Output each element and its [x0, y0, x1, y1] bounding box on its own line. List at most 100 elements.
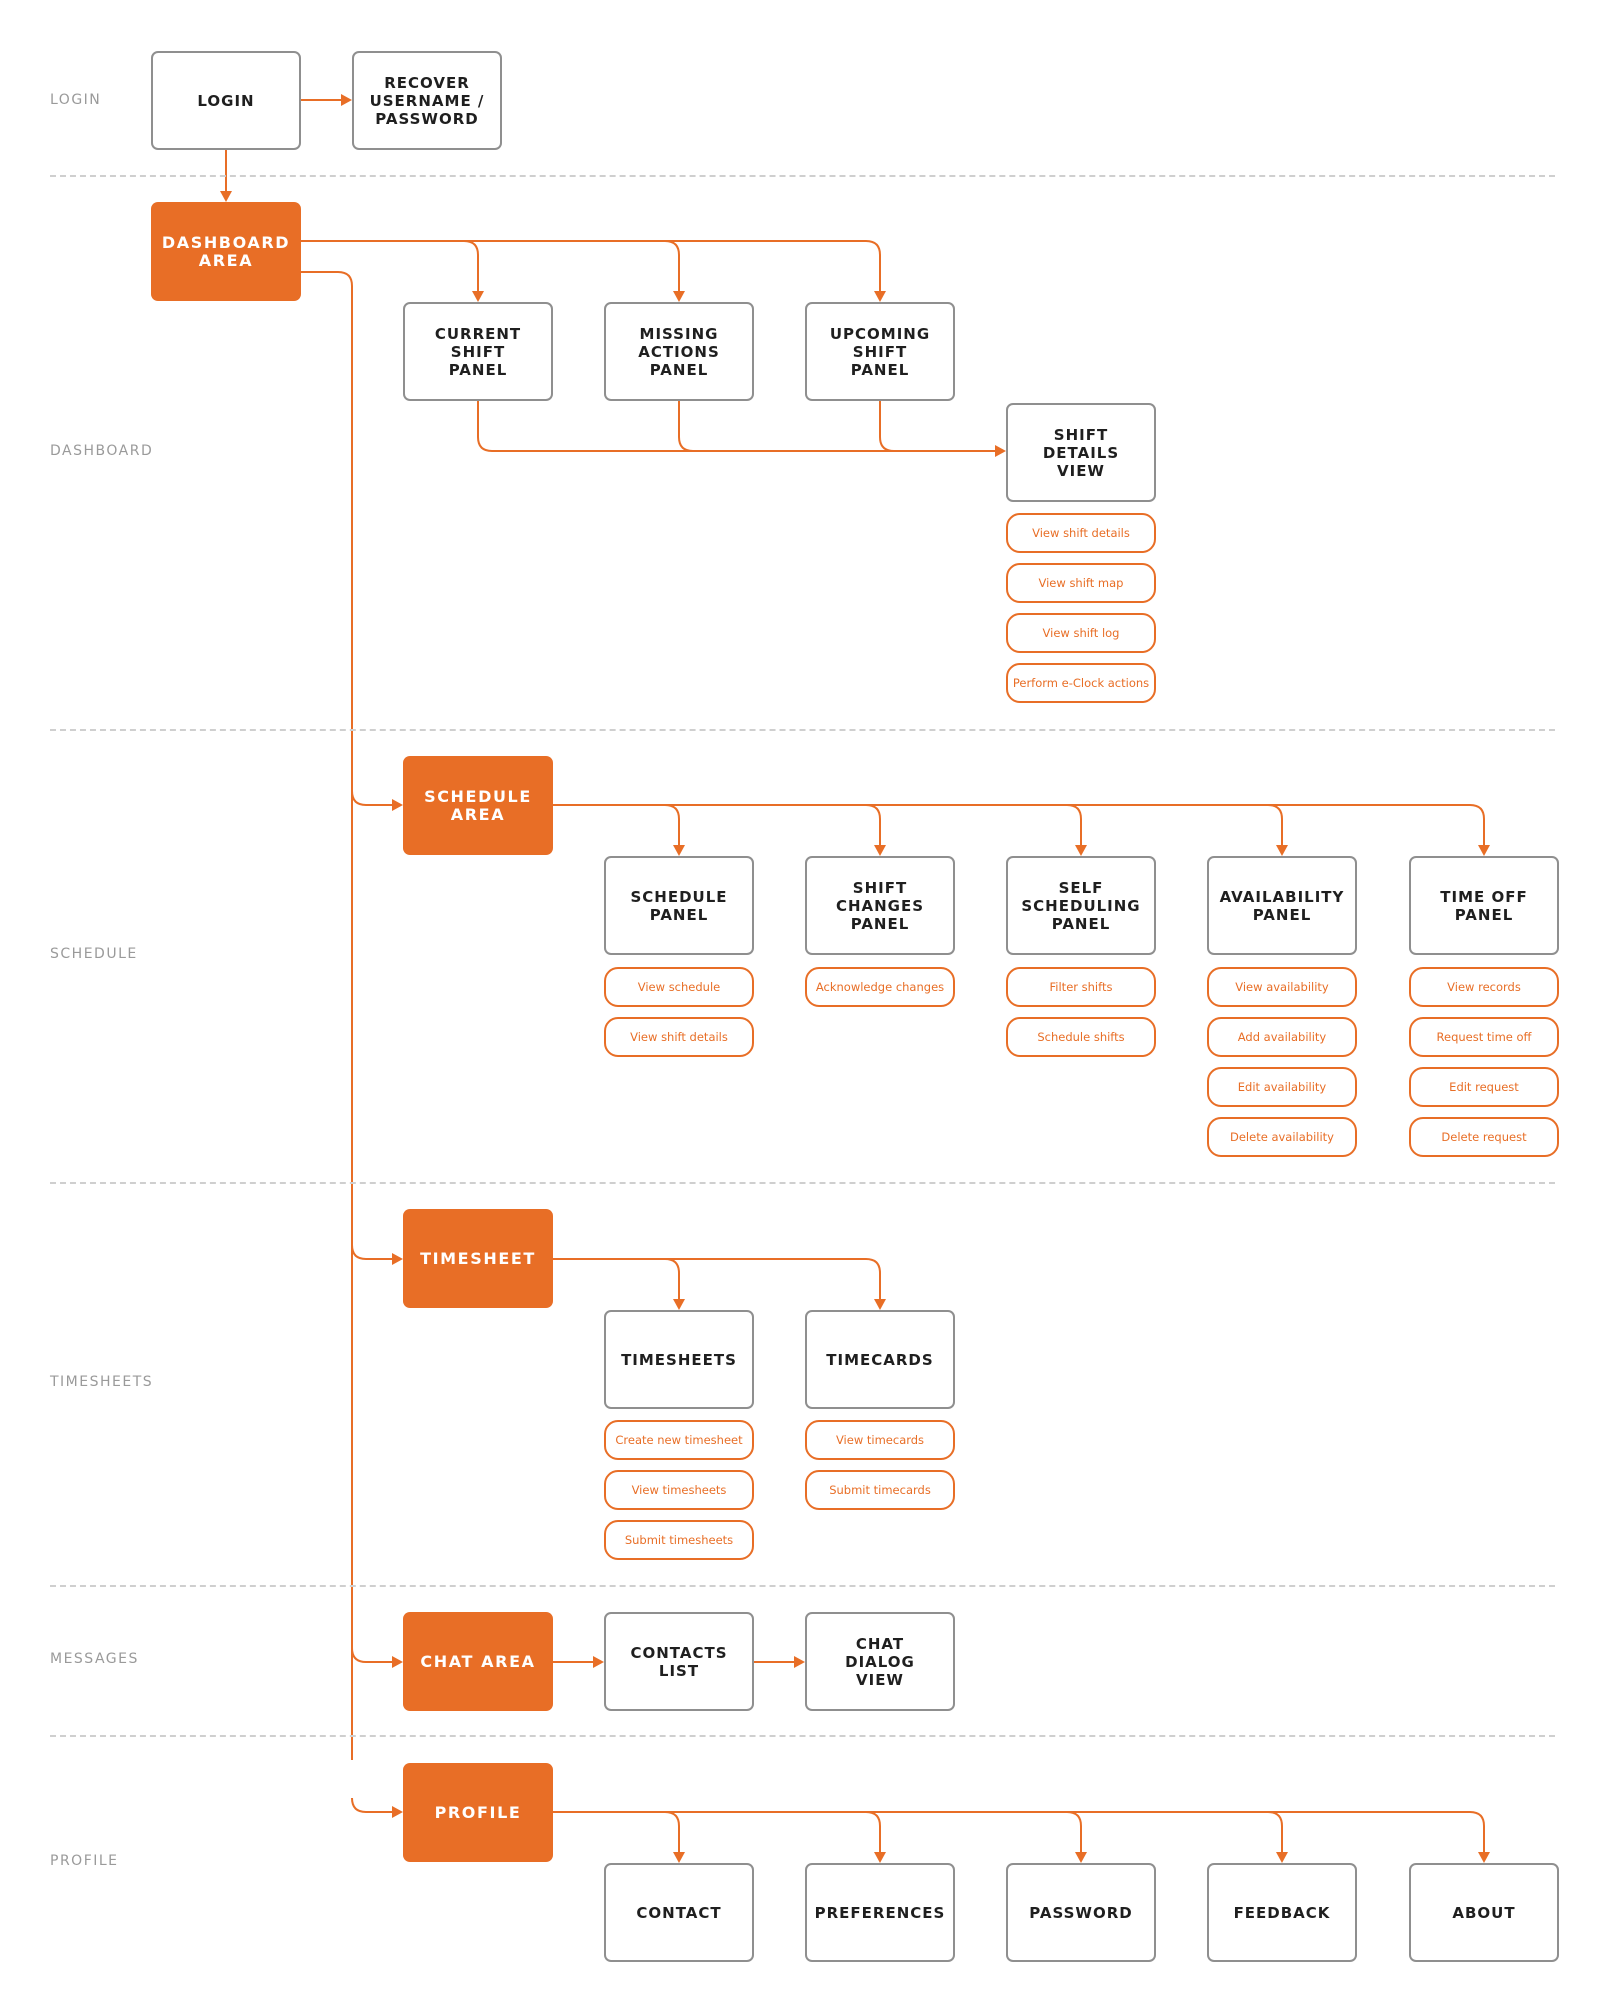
timesheet-area-node: TIMESHEET [403, 1209, 553, 1308]
section-divider [50, 1182, 1555, 1184]
sitemap-diagram: LOGIN DASHBOARD SCHEDULE TIMESHEETS MESS… [0, 0, 1600, 2000]
connector-line [351, 1797, 393, 1813]
connector-line [477, 401, 493, 452]
upcoming-shift-panel-node: UPCOMING SHIFT PANEL [805, 302, 955, 401]
connector-line [553, 1258, 881, 1300]
arrowhead [874, 1299, 886, 1310]
action-pill: Submit timecards [805, 1470, 955, 1510]
arrowhead [1276, 845, 1288, 856]
arrowhead [874, 291, 886, 302]
arrowhead [673, 845, 685, 856]
section-divider [50, 1585, 1555, 1587]
missing-actions-panel-node: MISSING ACTIONS PANEL [604, 302, 754, 401]
arrowhead [794, 1656, 805, 1668]
section-label-schedule: SCHEDULE [50, 946, 138, 962]
action-pill: View timecards [805, 1420, 955, 1460]
timecards-node: TIMECARDS [805, 1310, 955, 1409]
connector-line [553, 1811, 1283, 1853]
contact-node: CONTACT [604, 1863, 754, 1962]
section-label-messages: MESSAGES [50, 1651, 139, 1667]
section-label-profile: PROFILE [50, 1853, 119, 1869]
arrowhead [1075, 845, 1087, 856]
shift-changes-panel-node: SHIFT CHANGES PANEL [805, 856, 955, 955]
arrowhead [673, 1852, 685, 1863]
connector-line [879, 401, 895, 452]
action-pill: Create new timesheet [604, 1420, 754, 1460]
section-label-timesheets: TIMESHEETS [50, 1374, 154, 1390]
chat-dialog-view-node: CHAT DIALOG VIEW [805, 1612, 955, 1711]
action-pill: Edit availability [1207, 1067, 1357, 1107]
recover-credentials-node: RECOVER USERNAME / PASSWORD [352, 51, 502, 150]
action-pill: Filter shifts [1006, 967, 1156, 1007]
arrowhead [673, 1299, 685, 1310]
arrowhead [392, 1253, 403, 1265]
arrowhead [874, 845, 886, 856]
connector-line [301, 240, 479, 292]
arrowhead [472, 291, 484, 302]
arrowhead [673, 291, 685, 302]
connector-line [553, 1258, 680, 1300]
action-pill: View shift log [1006, 613, 1156, 653]
current-shift-panel-node: CURRENT SHIFT PANEL [403, 302, 553, 401]
arrowhead [392, 1656, 403, 1668]
action-pill: View records [1409, 967, 1559, 1007]
connector-line [553, 804, 1082, 846]
arrowhead [593, 1656, 604, 1668]
login-node: LOGIN [151, 51, 301, 150]
action-pill: Edit request [1409, 1067, 1559, 1107]
action-pill: Submit timesheets [604, 1520, 754, 1560]
shift-details-view-node: SHIFT DETAILS VIEW [1006, 403, 1156, 502]
about-node: ABOUT [1409, 1863, 1559, 1962]
connector-line [553, 1811, 1082, 1853]
arrowhead [392, 799, 403, 811]
connector-line [678, 401, 694, 452]
action-pill: View shift details [604, 1017, 754, 1057]
connector-line [351, 1647, 393, 1663]
section-divider [50, 1735, 1555, 1737]
arrowhead [392, 1806, 403, 1818]
action-pill: View shift details [1006, 513, 1156, 553]
self-scheduling-panel-node: SELF SCHEDULING PANEL [1006, 856, 1156, 955]
connector-line [553, 1811, 680, 1853]
action-pill: Schedule shifts [1006, 1017, 1156, 1057]
availability-panel-node: AVAILABILITY PANEL [1207, 856, 1357, 955]
password-node: PASSWORD [1006, 1863, 1156, 1962]
feedback-node: FEEDBACK [1207, 1863, 1357, 1962]
connector-line [553, 804, 1283, 846]
action-pill: Add availability [1207, 1017, 1357, 1057]
section-label-dashboard: DASHBOARD [50, 443, 154, 459]
action-pill: View timesheets [604, 1470, 754, 1510]
connector-line [553, 1811, 881, 1853]
action-pill: View schedule [604, 967, 754, 1007]
connector-line [553, 804, 881, 846]
connector-line [301, 240, 680, 292]
section-divider [50, 175, 1555, 177]
action-pill: Perform e-Clock actions [1006, 663, 1156, 703]
arrowhead [1478, 845, 1490, 856]
preferences-node: PREFERENCES [805, 1863, 955, 1962]
section-label-login: LOGIN [50, 92, 102, 108]
connector-line [351, 1244, 393, 1260]
action-pill: Delete availability [1207, 1117, 1357, 1157]
arrowhead [341, 94, 352, 106]
connector-line [351, 790, 393, 806]
arrowhead [1276, 1852, 1288, 1863]
time-off-panel-node: TIME OFF PANEL [1409, 856, 1559, 955]
schedule-area-node: SCHEDULE AREA [403, 756, 553, 855]
section-divider [50, 729, 1555, 731]
connector-line [553, 804, 1485, 846]
connector-line [553, 1811, 1485, 1853]
arrowhead [874, 1852, 886, 1863]
arrowhead [220, 191, 232, 202]
timesheets-node: TIMESHEETS [604, 1310, 754, 1409]
arrowhead [1478, 1852, 1490, 1863]
action-pill: Delete request [1409, 1117, 1559, 1157]
action-pill: Request time off [1409, 1017, 1559, 1057]
connector-line [553, 804, 680, 846]
connector-line [301, 271, 353, 1760]
action-pill: View availability [1207, 967, 1357, 1007]
schedule-panel-node: SCHEDULE PANEL [604, 856, 754, 955]
chat-area-node: CHAT AREA [403, 1612, 553, 1711]
action-pill: View shift map [1006, 563, 1156, 603]
action-pill: Acknowledge changes [805, 967, 955, 1007]
